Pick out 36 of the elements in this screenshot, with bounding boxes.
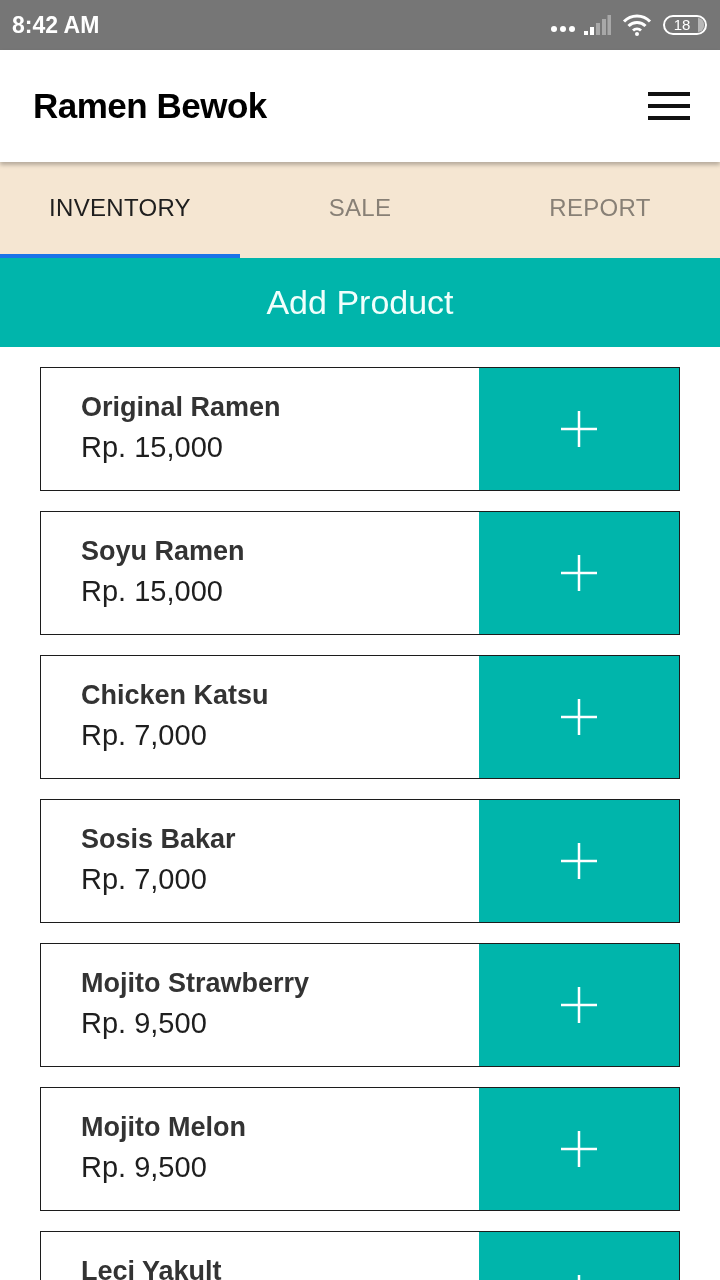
product-name: Soyu Ramen [81,536,246,567]
add-button[interactable] [479,368,679,490]
product-name: Sosis Bakar [81,824,237,855]
tab[interactable]: REPORT [480,162,720,258]
plus-icon [561,699,597,735]
add-button[interactable] [479,944,679,1066]
tab[interactable]: SALE [240,162,480,258]
wifi-icon [622,14,652,36]
product-name: Mojito Melon [81,1112,247,1143]
add-button[interactable] [479,512,679,634]
product-name: Original Ramen [81,392,282,423]
product-name: Leci Yakult [81,1256,223,1280]
app-title: Ramen Bewok [33,86,267,126]
add-button[interactable] [479,800,679,922]
battery-indicator: 18 [663,15,707,35]
add-button[interactable] [479,656,679,778]
plus-icon [561,1131,597,1167]
add-product-button[interactable]: Add Product [0,258,720,347]
signal-icon [584,15,611,35]
dots-icon [551,26,575,32]
product-price: Rp. 9,500 [81,1007,208,1040]
menu-button[interactable] [648,92,690,120]
add-button[interactable] [479,1088,679,1210]
status-time: 8:42 AM [12,11,100,39]
product-price: Rp. 7,000 [81,719,208,752]
product-price: Rp. 15,000 [81,575,224,608]
product-name: Mojito Strawberry [81,968,311,999]
product-price: Rp. 9,500 [81,1151,208,1184]
plus-icon [561,987,597,1023]
product-price: Rp. 15,000 [81,431,224,464]
plus-icon [561,411,597,447]
plus-icon [561,555,597,591]
menu-icon [648,92,690,120]
product-name: Chicken Katsu [81,680,270,711]
plus-icon [561,843,597,879]
product-price: Rp. 7,000 [81,863,208,896]
